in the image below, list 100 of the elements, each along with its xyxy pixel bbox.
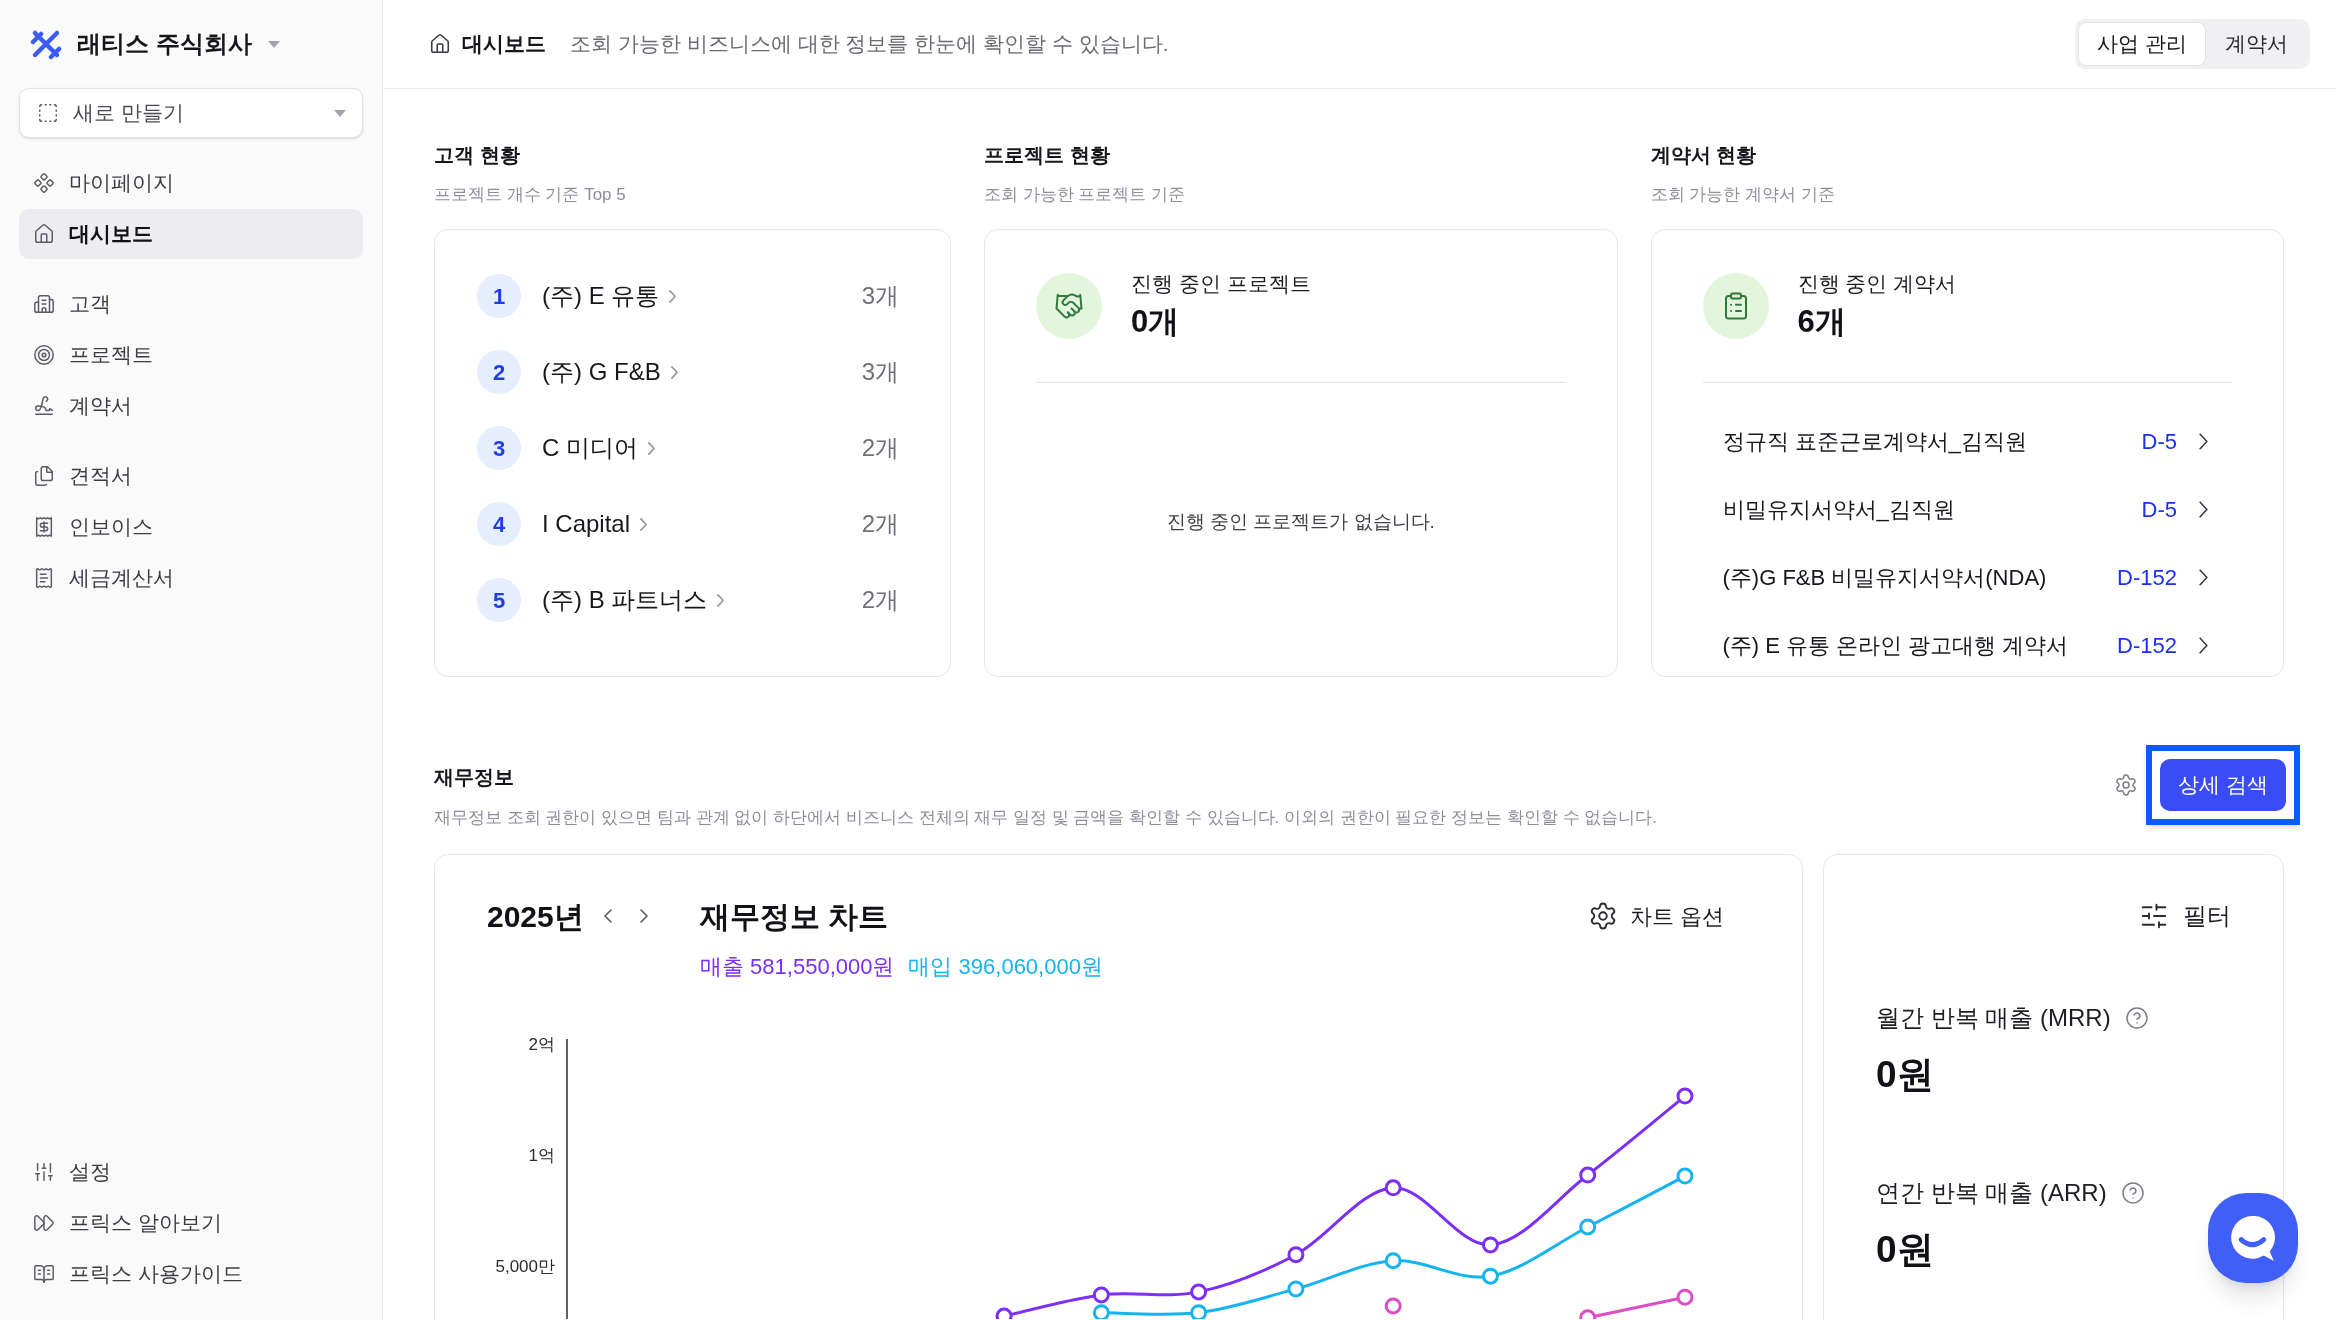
rank-number: 3 <box>477 426 521 470</box>
diamonds-icon <box>33 172 55 194</box>
empty-message: 진행 중인 프로젝트가 없습니다. <box>1166 510 1435 535</box>
sidebar-item[interactable]: 프릭스 사용가이드 <box>19 1249 363 1299</box>
stat-label: 진행 중인 계약서 <box>1797 271 1957 297</box>
section-title: 계약서 현황 <box>1650 143 1758 168</box>
company-switcher[interactable]: 래티스 주식회사 <box>77 26 280 62</box>
metric-value: 0원 <box>1876 1053 1935 1097</box>
view-tab[interactable]: 계약서 <box>2206 22 2307 66</box>
sliders-icon <box>33 1161 55 1183</box>
sliders-icon <box>2139 901 2169 931</box>
chevron-left-icon[interactable] <box>603 909 612 923</box>
sidebar-item[interactable]: 프로젝트 <box>19 330 363 380</box>
sidebar-item[interactable]: 고객 <box>19 279 363 329</box>
chevron-right-icon <box>717 593 725 607</box>
due-label: D-5 <box>2141 427 2177 456</box>
section-subtitle: 조회 가능한 계약서 기준 <box>1650 184 1836 206</box>
sidebar-item[interactable]: 대시보드 <box>19 209 363 259</box>
chat-bubble-icon <box>2231 1215 2275 1261</box>
chevron-right-icon <box>640 517 648 531</box>
due-label: D-5 <box>2141 495 2177 524</box>
stat-label: 진행 중인 프로젝트 <box>1131 271 1311 297</box>
caret-down-icon <box>267 40 280 48</box>
stat-value: 0개 <box>1131 303 1181 341</box>
sidebar-item[interactable]: 계약서 <box>19 381 363 431</box>
sidebar-item[interactable]: 인보이스 <box>19 502 363 552</box>
chevron-right-icon[interactable] <box>2199 568 2208 586</box>
chevron-right-icon[interactable] <box>2199 636 2208 654</box>
rank-number: 4 <box>477 502 521 546</box>
due-label: D-152 <box>2117 631 2177 660</box>
view-tab[interactable]: 사업 관리 <box>2078 22 2206 66</box>
search-button[interactable]: 상세 검색 <box>2160 759 2286 811</box>
logo-icon <box>30 28 62 60</box>
contract-name[interactable]: 비밀유지서약서_김직원 <box>1722 492 1955 526</box>
new-button[interactable]: 새로 만들기 <box>19 88 363 138</box>
customer-link[interactable]: I Capital <box>542 506 648 542</box>
signature-icon <box>33 395 55 417</box>
chart-options-button[interactable]: 차트 옵션 <box>1587 899 1724 933</box>
sidebar-item[interactable]: 견적서 <box>19 451 363 501</box>
chevron-right-icon <box>648 441 655 455</box>
filter-button[interactable]: 필터 <box>2139 897 2231 935</box>
section-title: 프로젝트 현황 <box>984 143 1111 168</box>
chevron-right-icon <box>670 365 678 379</box>
chart-title: 재무정보 차트 <box>700 898 889 935</box>
dashed-square-icon <box>37 102 59 124</box>
metric-label: 연간 반복 매출 (ARR) <box>1876 1178 2107 1208</box>
fast-forward-icon <box>33 1212 55 1234</box>
customer-link[interactable]: (주) G F&B <box>542 354 678 390</box>
page-title: 대시보드 <box>462 31 546 58</box>
documents-icon <box>33 465 55 487</box>
section-description: 재무정보 조회 권한이 있으면 팀과 관계 없이 하단에서 비즈니스 전체의 재무 일정 및 금액을 확인할 수 있습니다. 이외의 권한이 필요한 정보는 확인할 수 없습니다. <box>434 807 1658 829</box>
sidebar-item[interactable]: 설정 <box>19 1147 363 1197</box>
section-subtitle: 조회 가능한 프로젝트 기준 <box>984 184 1187 206</box>
receipt-dollar-icon <box>33 516 55 538</box>
section-title: 재무정보 <box>434 765 515 790</box>
section-subtitle: 프로젝트 개수 기준 Top 5 <box>434 184 627 206</box>
contract-name[interactable]: 정규직 표준근로계약서_김직원 <box>1722 424 2027 458</box>
page-description: 조회 가능한 비즈니스에 대한 정보를 한눈에 확인할 수 있습니다. <box>570 31 1169 58</box>
project-count: 3개 <box>861 281 899 311</box>
stat-value: 6개 <box>1797 303 1847 341</box>
contract-name[interactable]: (주) E 유통 온라인 광고대행 계약서 <box>1722 628 2069 662</box>
sidebar-item[interactable]: 마이페이지 <box>19 158 363 208</box>
chevron-right-icon <box>669 289 677 303</box>
contract-name[interactable]: (주)G F&B 비밀유지서약서(NDA) <box>1722 560 2047 594</box>
customer-link[interactable]: (주) B 파트너스 <box>542 582 725 618</box>
sidebar-item[interactable]: 세금계산서 <box>19 553 363 603</box>
project-count: 3개 <box>861 357 899 387</box>
help-icon[interactable] <box>2124 1006 2149 1030</box>
metric-label: 월간 반복 매출 (MRR) <box>1876 1003 2111 1033</box>
target-icon <box>33 344 55 366</box>
home-icon <box>33 223 55 245</box>
metric-value: 0원 <box>1876 1228 1935 1272</box>
rank-number: 5 <box>477 578 521 622</box>
chevron-right-icon[interactable] <box>2199 500 2208 518</box>
chevron-right-icon[interactable] <box>639 909 648 923</box>
legend-item: 매입 396,060,000원 <box>908 952 1103 981</box>
book-icon <box>33 1263 55 1285</box>
project-count: 2개 <box>861 433 899 463</box>
help-icon[interactable] <box>2120 1181 2145 1205</box>
customer-link[interactable]: C 미디어 <box>542 430 655 466</box>
rank-number: 2 <box>477 350 521 394</box>
settings-icon[interactable] <box>2114 773 2139 797</box>
rank-number: 1 <box>477 274 521 318</box>
section-title: 고객 현황 <box>434 143 521 168</box>
customer-link[interactable]: (주) E 유통 <box>542 278 677 314</box>
building-icon <box>33 293 55 315</box>
due-label: D-152 <box>2117 563 2177 592</box>
project-count: 2개 <box>861 509 899 539</box>
receipt-icon <box>33 567 55 589</box>
home-icon <box>429 33 451 55</box>
year-label: 2025년 <box>487 898 584 935</box>
axis-label: 5,000만 <box>495 1255 555 1278</box>
sidebar-item[interactable]: 프릭스 알아보기 <box>19 1198 363 1248</box>
chat-button[interactable] <box>2208 1193 2298 1283</box>
project-count: 2개 <box>861 585 899 615</box>
axis-label: 1억 <box>528 1144 555 1167</box>
caret-down-icon <box>334 109 346 117</box>
legend-item: 매출 581,550,000원 <box>700 952 895 981</box>
chevron-right-icon[interactable] <box>2199 432 2208 450</box>
axis-label: 2억 <box>528 1033 555 1056</box>
